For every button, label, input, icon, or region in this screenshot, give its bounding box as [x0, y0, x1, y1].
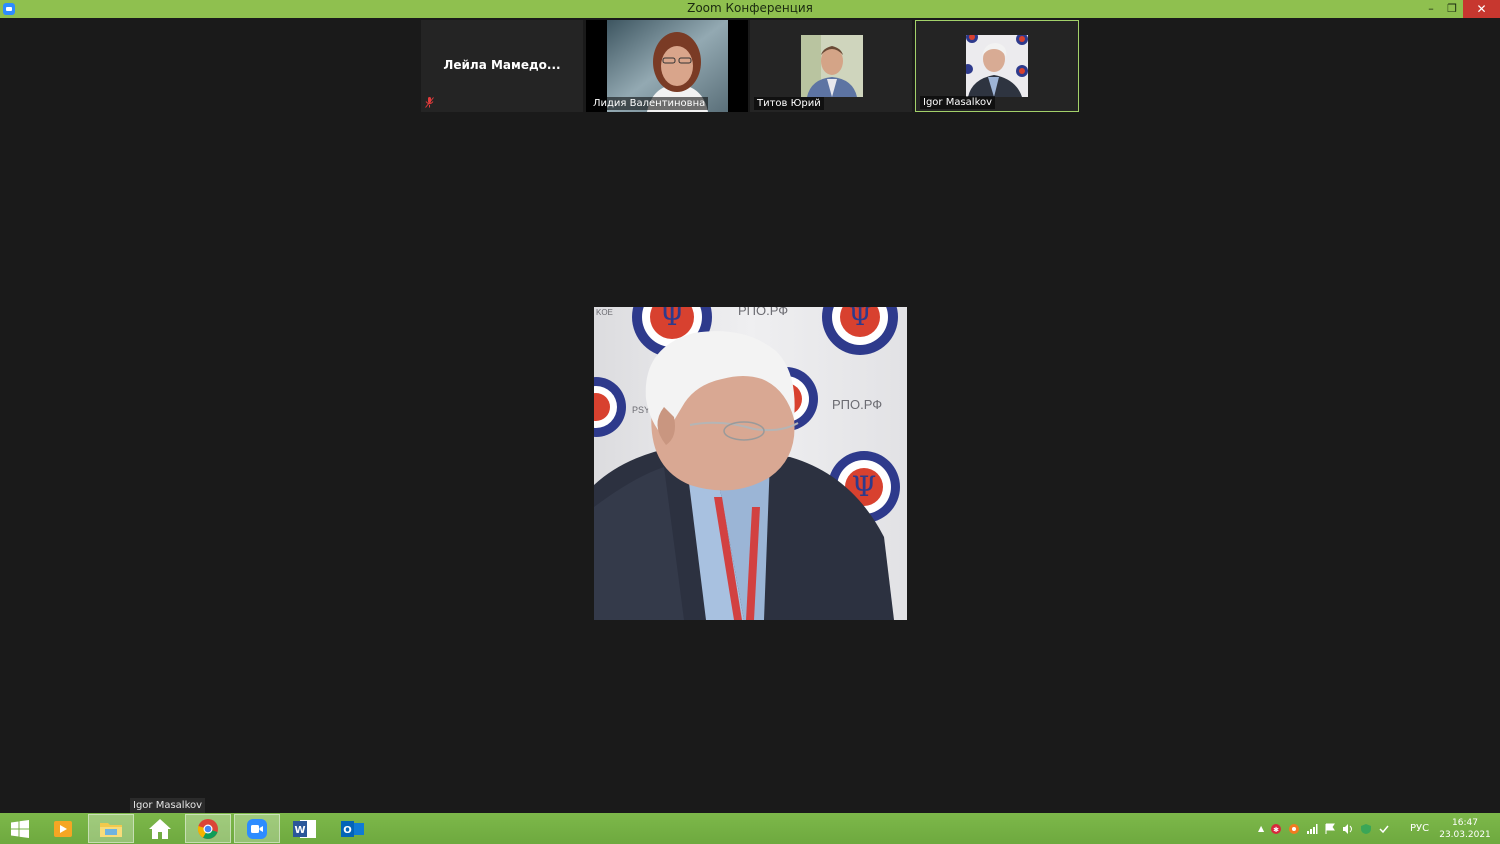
- language-indicator[interactable]: РУС: [1410, 813, 1429, 844]
- backdrop-text: KOE: [596, 308, 613, 317]
- word-icon: W: [293, 819, 316, 838]
- title-bar: Zoom Конференция – ❐ ✕: [0, 0, 1500, 18]
- svg-text:Ψ: Ψ: [660, 307, 685, 332]
- taskbar-media-player[interactable]: [40, 814, 86, 843]
- volume-icon[interactable]: [1342, 823, 1354, 835]
- svg-text:O: O: [343, 825, 352, 836]
- taskbar-file-explorer[interactable]: [88, 814, 134, 843]
- close-button[interactable]: ✕: [1463, 0, 1500, 18]
- active-speaker-video[interactable]: Ψ Ψ 1885 Ψ 1885: [594, 307, 907, 620]
- taskbar-chrome[interactable]: [185, 814, 231, 843]
- svg-text:W: W: [294, 825, 305, 836]
- clock[interactable]: 16:47 23.03.2021: [1438, 817, 1492, 841]
- svg-text:Ψ: Ψ: [849, 307, 872, 332]
- taskbar-word[interactable]: W: [282, 814, 328, 843]
- zoom-window: Zoom Конференция – ❐ ✕ Лейла Мамедо... Л…: [0, 0, 1500, 844]
- svg-text:✱: ✱: [1273, 826, 1279, 834]
- participant-tile[interactable]: Лидия Валентиновна: [586, 20, 748, 112]
- folder-icon: [100, 822, 122, 837]
- network-signal-icon[interactable]: [1306, 823, 1318, 835]
- participant-name-label: Титов Юрий: [754, 97, 824, 110]
- backdrop-text: PSY: [632, 405, 650, 415]
- taskbar: W O ▲ ✱ РУС 16:47 23.03.2021: [0, 813, 1500, 844]
- participant-name-label: Лидия Валентиновна: [590, 97, 709, 110]
- minimize-button[interactable]: –: [1420, 0, 1442, 18]
- show-hidden-icons-chevron-icon[interactable]: ▲: [1258, 824, 1264, 833]
- window-title: Zoom Конференция: [687, 1, 813, 15]
- speaker-video-frame: Ψ Ψ 1885 Ψ 1885: [594, 307, 907, 620]
- taskbar-outlook[interactable]: O: [330, 814, 376, 843]
- participant-display-name: Лейла Мамедо...: [443, 58, 561, 72]
- svg-text:1885: 1885: [851, 337, 869, 345]
- participant-name-label: Igor Masalkov: [920, 96, 996, 109]
- clock-date: 23.03.2021: [1439, 830, 1491, 840]
- zoom-icon: [247, 818, 267, 839]
- windows-logo-icon: [11, 819, 29, 838]
- participant-tile[interactable]: Лейла Мамедо...: [421, 20, 583, 112]
- participant-tile-active-speaker[interactable]: Igor Masalkov: [915, 20, 1079, 112]
- security-shield-icon[interactable]: [1360, 823, 1372, 835]
- checkmark-icon[interactable]: [1378, 823, 1390, 835]
- home-icon: [149, 818, 171, 839]
- clock-time: 16:47: [1452, 818, 1478, 828]
- taskbar-home[interactable]: [137, 814, 183, 843]
- antivirus-icon[interactable]: ✱: [1270, 823, 1282, 835]
- tray-app-icon[interactable]: [1288, 823, 1300, 835]
- chrome-icon: [197, 818, 218, 839]
- media-player-icon: [54, 820, 72, 837]
- participant-video: [801, 35, 863, 97]
- muted-mic-icon: [425, 97, 434, 108]
- backdrop-text: РПО.РФ: [738, 307, 788, 318]
- restore-button[interactable]: ❐: [1441, 0, 1463, 18]
- backdrop-text: РПО.РФ: [832, 397, 882, 412]
- participant-video: [966, 35, 1028, 97]
- action-center-flag-icon[interactable]: [1324, 823, 1336, 835]
- participant-tile[interactable]: Титов Юрий: [750, 20, 912, 112]
- taskbar-zoom[interactable]: [234, 814, 280, 843]
- system-tray: ▲ ✱: [1258, 813, 1390, 844]
- start-button[interactable]: [0, 814, 40, 843]
- outlook-icon: O: [341, 820, 364, 837]
- participant-hover-tooltip: Igor Masalkov: [130, 798, 206, 813]
